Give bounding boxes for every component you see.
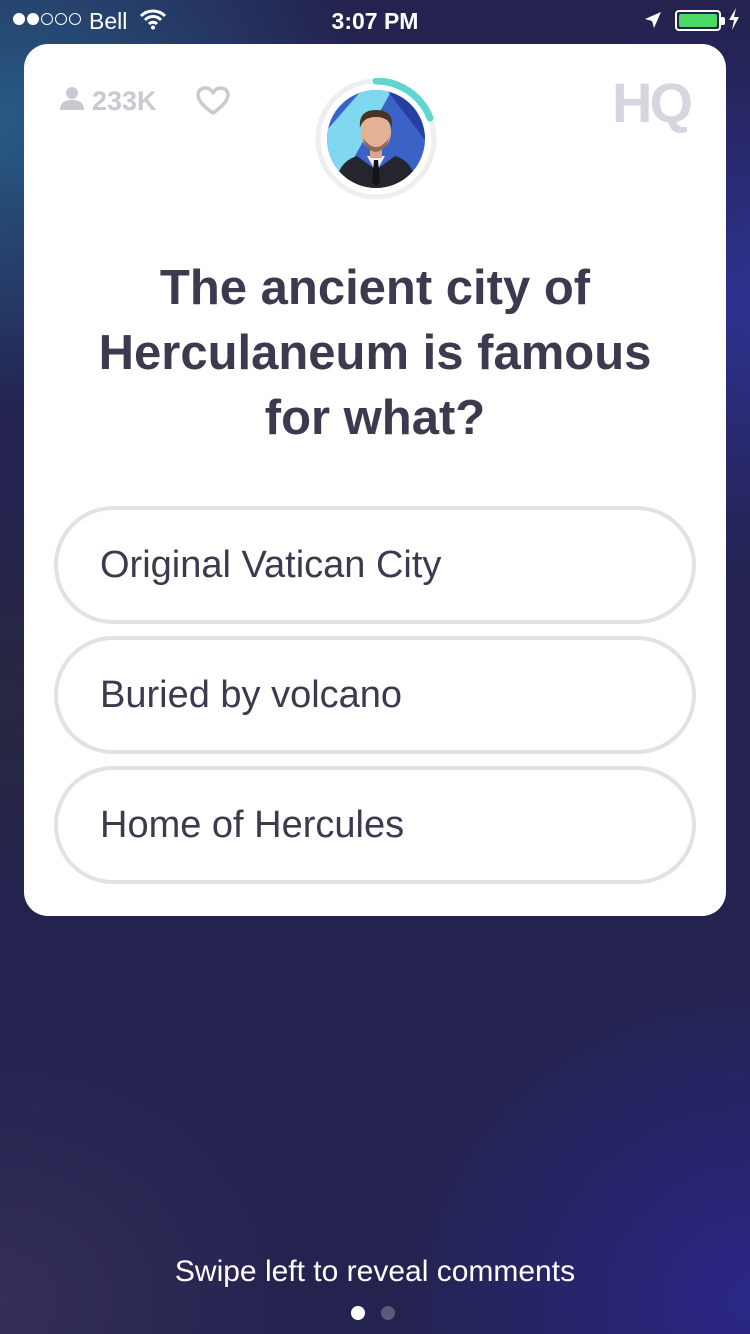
hq-logo: HQ: [612, 71, 693, 134]
status-time: 3:07 PM: [331, 8, 419, 34]
answer-option-2[interactable]: Buried by volcano: [54, 636, 696, 754]
question-text: The ancient city of Herculaneum is famou…: [98, 261, 652, 445]
page-dot-1[interactable]: [351, 1306, 365, 1320]
viewer-count-label: 233K: [92, 86, 157, 116]
page-dot-2[interactable]: [381, 1306, 395, 1320]
answer-label: Buried by volcano: [100, 673, 403, 716]
status-bar: Bell 3:07 PM: [0, 0, 750, 40]
host-avatar: [315, 77, 437, 200]
answer-option-1[interactable]: Original Vatican City: [54, 506, 696, 624]
swipe-hint: Swipe left to reveal comments: [174, 1255, 576, 1288]
page-indicator[interactable]: [351, 1306, 395, 1320]
host-photo: [327, 90, 425, 188]
viewer-count: 233K: [60, 86, 157, 117]
person-icon: [60, 86, 84, 117]
heart-icon[interactable]: [196, 86, 230, 121]
answer-option-3[interactable]: Home of Hercules: [54, 766, 696, 884]
question-card: 233K HQ The ancient city of Herculaneum …: [24, 44, 726, 916]
answer-label: Original Vatican City: [100, 543, 442, 586]
battery-icon: [675, 10, 725, 31]
location-arrow-icon: [643, 9, 663, 36]
charging-bolt-icon: [727, 7, 741, 37]
answer-label: Home of Hercules: [100, 803, 405, 846]
